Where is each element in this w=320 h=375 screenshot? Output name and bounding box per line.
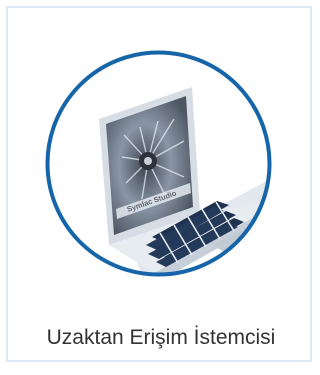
app-label: Uzaktan Erişim İstemcisi (46, 326, 276, 349)
laptop-icon: Symlac Studio (45, 50, 272, 277)
app-tile-remote-access-client[interactable]: Symlac Studio Uzaktan Erişim İstemcisi (6, 6, 312, 362)
